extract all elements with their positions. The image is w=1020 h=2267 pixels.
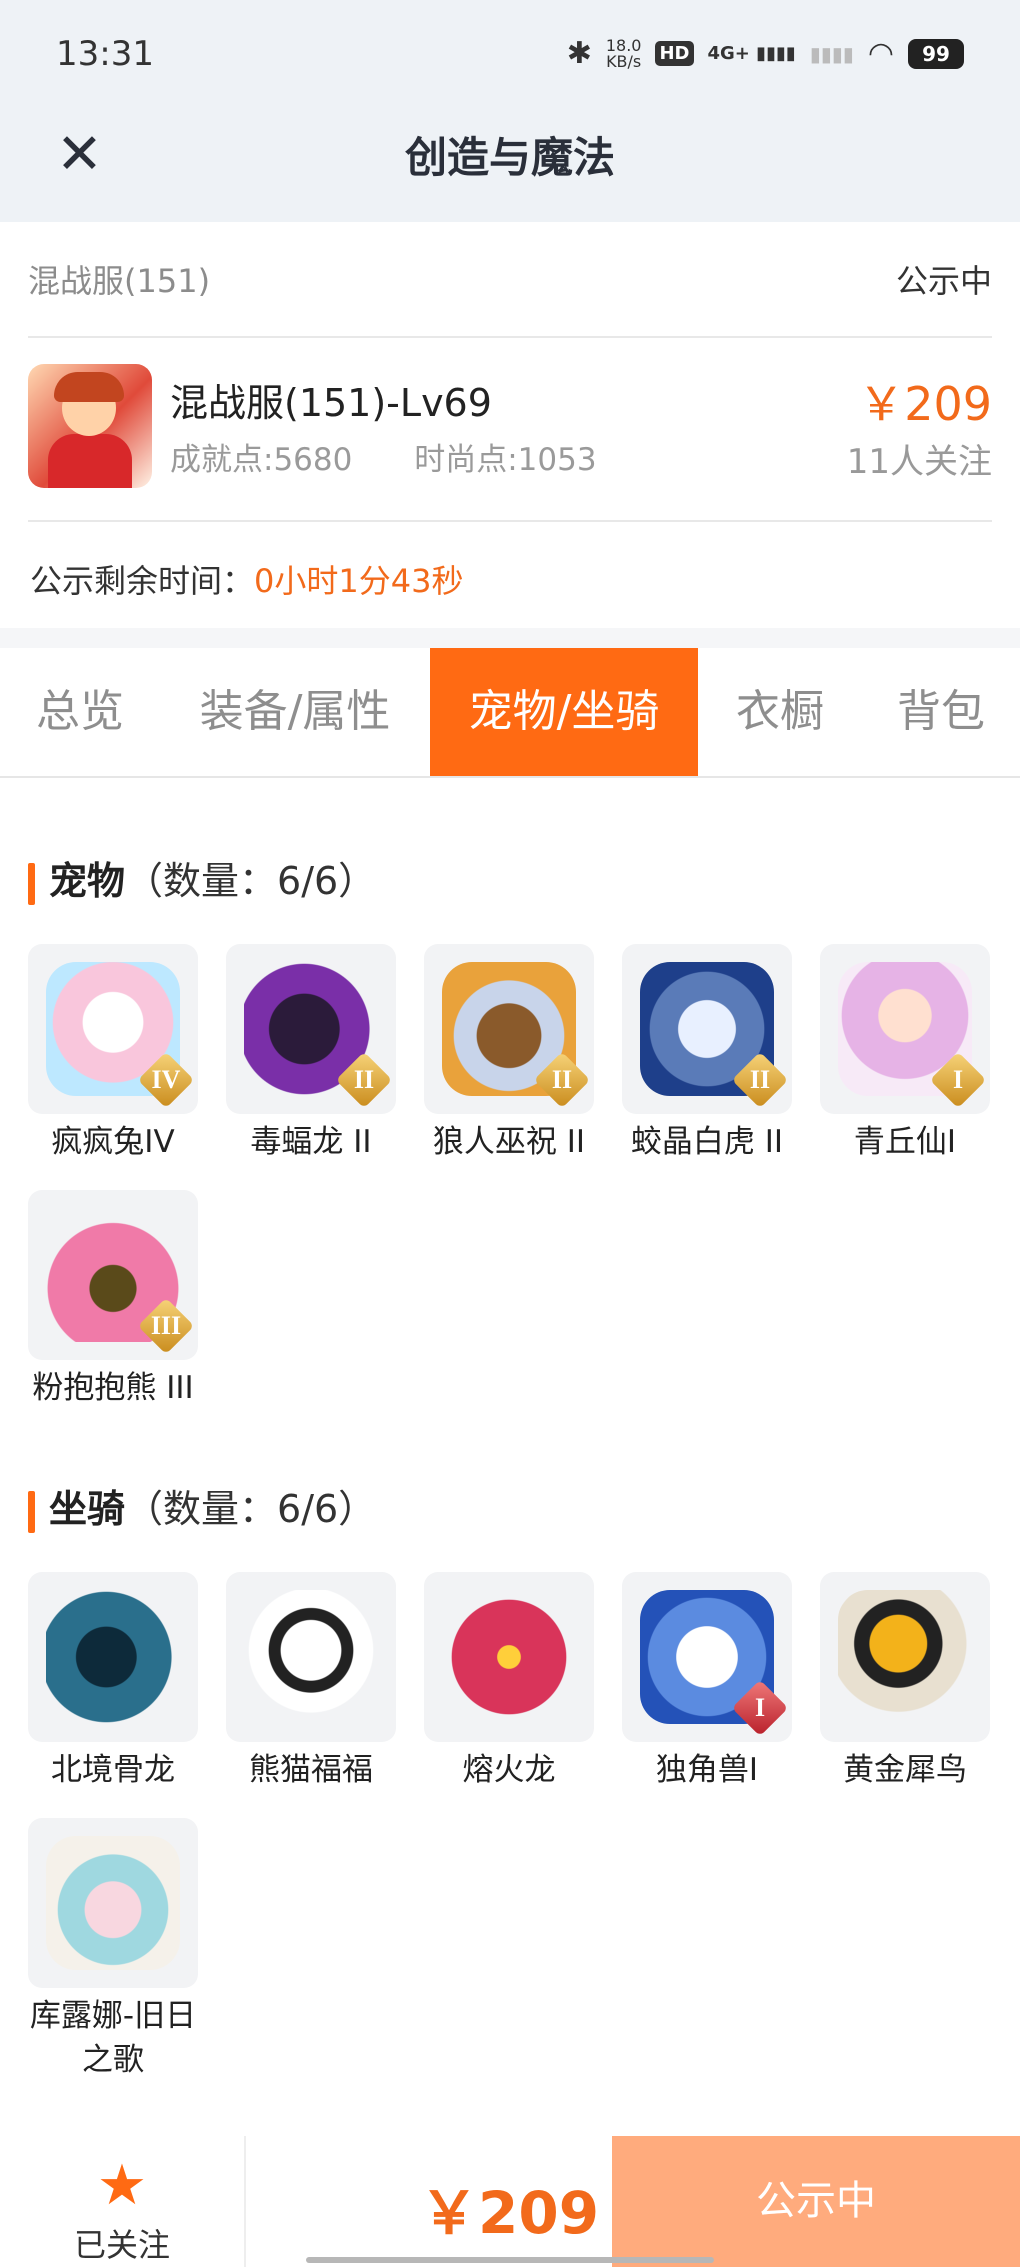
- signal-empty-icon: ▮▮▮▮: [809, 41, 854, 66]
- mount-name: 独角兽I: [655, 1752, 759, 1788]
- mount-image: [28, 1818, 198, 1988]
- pet-name: 蛟晶白虎 II: [630, 1124, 784, 1160]
- pet-name: 疯疯兔IV: [51, 1124, 175, 1160]
- pet-name: 毒蝠龙 II: [250, 1124, 372, 1160]
- pet-item[interactable]: IV 疯疯兔IV: [28, 944, 198, 1164]
- pet-image: IV: [28, 944, 198, 1114]
- pet-name: 青丘仙I: [853, 1124, 957, 1160]
- pets-section-title: 宠物（数量：6/6）: [28, 850, 376, 905]
- pet-item[interactable]: II 毒蝠龙 II: [226, 944, 396, 1164]
- listing-price: ￥209: [858, 377, 992, 431]
- page-title: 创造与魔法: [404, 133, 615, 182]
- pet-image: III: [28, 1190, 198, 1360]
- bottom-bar: ★ 已关注 ￥209 公示中: [0, 2136, 1020, 2267]
- mount-name: 库露娜-旧日之歌: [29, 1998, 197, 2078]
- character-avatar: [28, 364, 152, 488]
- character-name: 混战服(151)-Lv69: [170, 381, 492, 425]
- pet-image: II: [424, 944, 594, 1114]
- mount-item[interactable]: 北境骨龙: [28, 1572, 198, 1792]
- mount-name: 北境骨龙: [51, 1752, 175, 1788]
- signal-icon: 4G+ ▮▮▮▮: [707, 43, 796, 64]
- watchers-count: 11人关注: [846, 442, 992, 482]
- character-row[interactable]: 混战服(151)-Lv69 成就点:5680 时尚点:1053 ￥209 11人…: [28, 338, 992, 522]
- mount-item[interactable]: 黄金犀鸟: [820, 1572, 990, 1792]
- pet-image: II: [622, 944, 792, 1114]
- listing-status-button[interactable]: 公示中: [612, 2136, 1020, 2267]
- mount-item[interactable]: 库露娜-旧日之歌: [28, 1818, 198, 2082]
- mount-image: [424, 1572, 594, 1742]
- server-name: 混战服(151): [28, 262, 211, 300]
- countdown-value: 0小时1分43秒: [254, 562, 464, 600]
- pet-image: II: [226, 944, 396, 1114]
- home-indicator[interactable]: [306, 2257, 714, 2263]
- achievement-points: 成就点:5680: [170, 442, 353, 478]
- star-icon: ★: [96, 2153, 148, 2218]
- mount-name: 熔火龙: [462, 1752, 556, 1788]
- mount-image: [28, 1572, 198, 1742]
- mount-item[interactable]: 熊猫福福: [226, 1572, 396, 1792]
- character-stats: 成就点:5680 时尚点:1053: [170, 434, 649, 479]
- clock: 13:31: [56, 34, 154, 74]
- mounts-section-title: 坐骑（数量：6/6）: [28, 1478, 376, 1533]
- network-speed: 18.0 KB/s: [605, 35, 642, 71]
- fashion-points: 时尚点:1053: [414, 442, 597, 478]
- tab-wardrobe[interactable]: 衣橱: [708, 648, 852, 776]
- nav-bar: ✕ 创造与魔法: [0, 110, 1020, 222]
- mount-image: I: [622, 1572, 792, 1742]
- pet-name: 狼人巫祝 II: [432, 1124, 586, 1160]
- countdown: 公示剩余时间：0小时1分43秒: [30, 556, 463, 602]
- pet-item[interactable]: II 狼人巫祝 II: [424, 944, 594, 1164]
- listing-card: 混战服(151) 公示中 混战服(151)-Lv69 成就点:5680 时尚点:…: [0, 222, 1020, 628]
- pet-item[interactable]: I 青丘仙I: [820, 944, 990, 1164]
- battery-icon: 99: [908, 38, 964, 69]
- tab-overview[interactable]: 总览: [0, 648, 160, 776]
- status-bar: 13:31 ✱ 18.0 KB/s HD 4G+ ▮▮▮▮ ▮▮▮▮ ◠ 99: [0, 0, 1020, 110]
- pet-name: 粉抱抱熊 III: [32, 1370, 194, 1406]
- pet-item[interactable]: II 蛟晶白虎 II: [622, 944, 792, 1164]
- mount-name: 熊猫福福: [249, 1752, 373, 1788]
- bottom-price: ￥209: [420, 2179, 600, 2247]
- tab-equipment[interactable]: 装备/属性: [170, 648, 420, 776]
- mount-name: 黄金犀鸟: [843, 1752, 967, 1788]
- mount-item[interactable]: I 独角兽I: [622, 1572, 792, 1792]
- countdown-label: 公示剩余时间：: [30, 562, 255, 600]
- follow-label: 已关注: [73, 2226, 170, 2264]
- tab-bar: 总览 装备/属性 宠物/坐骑 衣橱 背包: [0, 648, 1020, 778]
- mount-image: [226, 1572, 396, 1742]
- mount-image: [820, 1572, 990, 1742]
- hd-icon: HD: [655, 41, 694, 66]
- server-row: 混战服(151) 公示中: [28, 222, 992, 338]
- bluetooth-icon: ✱: [566, 36, 592, 71]
- listing-status: 公示中: [895, 262, 992, 300]
- mount-item[interactable]: 熔火龙: [424, 1572, 594, 1792]
- pet-image: I: [820, 944, 990, 1114]
- tab-backpack[interactable]: 背包: [862, 648, 1020, 776]
- follow-button[interactable]: ★ 已关注: [0, 2136, 246, 2267]
- wifi-icon: ◠: [867, 36, 894, 71]
- status-icons: ✱ 18.0 KB/s HD 4G+ ▮▮▮▮ ▮▮▮▮ ◠ 99: [567, 36, 964, 71]
- pet-item[interactable]: III 粉抱抱熊 III: [28, 1190, 198, 1410]
- pets-mounts-panel: 宠物（数量：6/6） IV 疯疯兔IV II 毒蝠龙 II II 狼人巫祝 II…: [0, 778, 1020, 2136]
- tab-pets-mounts[interactable]: 宠物/坐骑: [430, 648, 698, 776]
